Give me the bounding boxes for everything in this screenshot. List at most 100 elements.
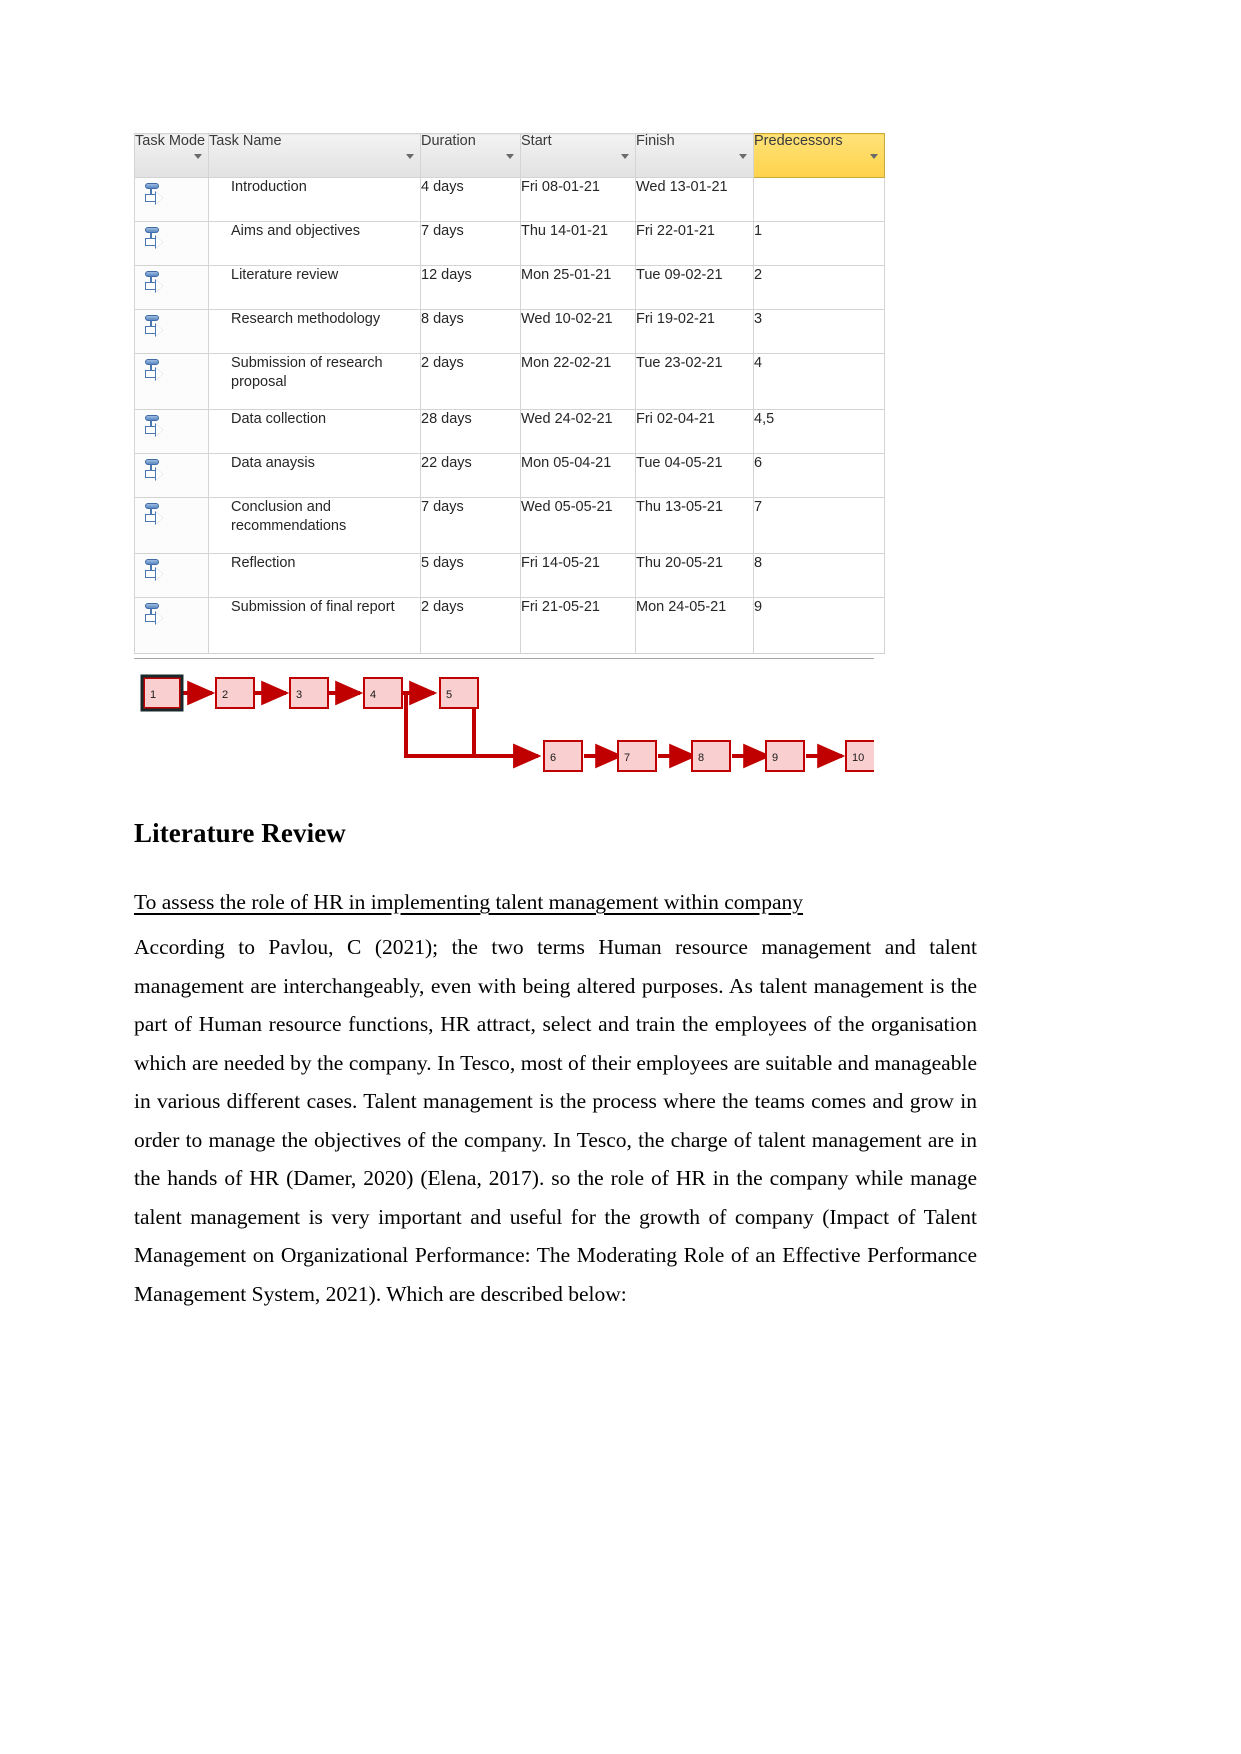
table-row[interactable]: Introduction 4 days Fri 08-01-21 Wed 13-01-…	[134, 177, 885, 222]
finish-date-cell[interactable]: Tue 23-02-21	[635, 353, 754, 410]
finish-date-cell[interactable]: Thu 13-05-21	[635, 497, 754, 554]
duration-cell[interactable]: 5 days	[420, 553, 521, 598]
task-mode-cell[interactable]	[134, 221, 209, 266]
auto-schedule-icon	[143, 414, 164, 438]
duration-cell[interactable]: 7 days	[420, 221, 521, 266]
network-node-label: 7	[624, 752, 630, 764]
task-mode-cell[interactable]	[134, 265, 209, 310]
table-row[interactable]: Conclusion and recommendations 7 days Wed …	[134, 497, 885, 554]
filter-dropdown-icon[interactable]	[739, 153, 747, 159]
duration-cell[interactable]: 12 days	[420, 265, 521, 310]
duration-cell[interactable]: 2 days	[420, 353, 521, 410]
column-header-task-mode[interactable]: Task Mode	[134, 133, 209, 178]
column-header-finish[interactable]: Finish	[635, 133, 754, 178]
predecessors-cell[interactable]: 7	[753, 497, 885, 554]
column-header-label: Predecessors	[754, 133, 843, 149]
task-name-cell[interactable]: Research methodology	[208, 309, 421, 354]
start-date-cell[interactable]: Wed 24-02-21	[520, 409, 636, 454]
start-date-cell[interactable]: Fri 08-01-21	[520, 177, 636, 222]
column-header-label: Task Mode	[135, 133, 206, 149]
column-header-duration[interactable]: Duration	[420, 133, 521, 178]
task-mode-cell[interactable]	[134, 353, 209, 410]
duration-cell[interactable]: 8 days	[420, 309, 521, 354]
predecessors-cell[interactable]: 3	[753, 309, 885, 354]
table-row[interactable]: Data collection 28 days Wed 24-02-21 Fri 02…	[134, 409, 885, 454]
finish-date-cell[interactable]: Fri 02-04-21	[635, 409, 754, 454]
task-name-cell[interactable]: Reflection	[208, 553, 421, 598]
start-date-cell[interactable]: Mon 22-02-21	[520, 353, 636, 410]
start-date-cell[interactable]: Wed 05-05-21	[520, 497, 636, 554]
table-row[interactable]: Data anaysis 22 days Mon 05-04-21 Tue 04-05…	[134, 453, 885, 498]
predecessors-cell[interactable]	[753, 177, 885, 222]
duration-cell[interactable]: 22 days	[420, 453, 521, 498]
table-row[interactable]: Aims and objectives 7 days Thu 14-01-21 Fri…	[134, 221, 885, 266]
start-date-cell[interactable]: Wed 10-02-21	[520, 309, 636, 354]
finish-date-cell[interactable]: Tue 04-05-21	[635, 453, 754, 498]
predecessors-cell[interactable]: 9	[753, 597, 885, 654]
predecessors-cell[interactable]: 1	[753, 221, 885, 266]
task-name-cell[interactable]: Data anaysis	[208, 453, 421, 498]
column-header-task-name[interactable]: Task Name	[208, 133, 421, 178]
duration-cell[interactable]: 7 days	[420, 497, 521, 554]
link-5-6	[472, 693, 542, 769]
auto-schedule-icon	[143, 558, 164, 582]
column-header-predecessors[interactable]: Predecessors	[753, 133, 885, 178]
filter-dropdown-icon[interactable]	[870, 153, 878, 159]
network-node-label: 9	[772, 752, 778, 764]
task-mode-cell[interactable]	[134, 597, 209, 654]
table-row[interactable]: Research methodology 8 days Wed 10-02-21 Fr…	[134, 309, 885, 354]
start-date-cell[interactable]: Mon 05-04-21	[520, 453, 636, 498]
task-name-cell[interactable]: Aims and objectives	[208, 221, 421, 266]
task-mode-cell[interactable]	[134, 497, 209, 554]
task-mode-cell[interactable]	[134, 177, 209, 222]
column-header-label: Duration	[421, 133, 476, 149]
finish-date-cell[interactable]: Thu 20-05-21	[635, 553, 754, 598]
task-name-cell[interactable]: Submission of final report	[208, 597, 421, 654]
task-name-cell[interactable]: Literature review	[208, 265, 421, 310]
column-header-label: Finish	[636, 133, 675, 149]
network-diagram: 1 2 3 4 5 6 7 8 9 10	[134, 658, 884, 786]
predecessors-cell[interactable]: 6	[753, 453, 885, 498]
filter-dropdown-icon[interactable]	[194, 153, 202, 159]
table-row[interactable]: Submission of final report 2 days Fri 21-0…	[134, 597, 885, 654]
predecessors-cell[interactable]: 8	[753, 553, 885, 598]
task-mode-cell[interactable]	[134, 553, 209, 598]
task-mode-cell[interactable]	[134, 409, 209, 454]
finish-date-cell[interactable]: Fri 19-02-21	[635, 309, 754, 354]
network-diagram-canvas: 1 2 3 4 5 6 7 8 9 10	[140, 674, 874, 772]
auto-schedule-icon	[143, 358, 164, 382]
task-name-cell[interactable]: Submission of research proposal	[208, 353, 421, 410]
column-header-start[interactable]: Start	[520, 133, 636, 178]
finish-date-cell[interactable]: Tue 09-02-21	[635, 265, 754, 310]
task-name-cell[interactable]: Data collection	[208, 409, 421, 454]
start-date-cell[interactable]: Mon 25-01-21	[520, 265, 636, 310]
task-name-cell[interactable]: Conclusion and recommendations	[208, 497, 421, 554]
table-row[interactable]: Submission of research proposal 2 days Mon…	[134, 353, 885, 410]
start-date-cell[interactable]: Thu 14-01-21	[520, 221, 636, 266]
diagram-divider	[134, 658, 874, 659]
duration-cell[interactable]: 2 days	[420, 597, 521, 654]
network-node-label: 2	[222, 689, 228, 701]
duration-cell[interactable]: 28 days	[420, 409, 521, 454]
network-node-label: 3	[296, 689, 302, 701]
filter-dropdown-icon[interactable]	[506, 153, 514, 159]
predecessors-cell[interactable]: 2	[753, 265, 885, 310]
research-objective-subheading: To assess the role of HR in implementing…	[134, 890, 804, 914]
table-row[interactable]: Reflection 5 days Fri 14-05-21 Thu 20-05-21…	[134, 553, 885, 598]
duration-cell[interactable]: 4 days	[420, 177, 521, 222]
task-mode-cell[interactable]	[134, 453, 209, 498]
task-mode-cell[interactable]	[134, 309, 209, 354]
finish-date-cell[interactable]: Fri 22-01-21	[635, 221, 754, 266]
table-row[interactable]: Literature review 12 days Mon 25-01-21 Tue …	[134, 265, 885, 310]
finish-date-cell[interactable]: Mon 24-05-21	[635, 597, 754, 654]
network-node-label: 4	[370, 689, 376, 701]
start-date-cell[interactable]: Fri 21-05-21	[520, 597, 636, 654]
predecessors-cell[interactable]: 4	[753, 353, 885, 410]
column-header-label: Task Name	[209, 133, 282, 149]
start-date-cell[interactable]: Fri 14-05-21	[520, 553, 636, 598]
task-name-cell[interactable]: Introduction	[208, 177, 421, 222]
predecessors-cell[interactable]: 4,5	[753, 409, 885, 454]
finish-date-cell[interactable]: Wed 13-01-21	[635, 177, 754, 222]
filter-dropdown-icon[interactable]	[621, 153, 629, 159]
filter-dropdown-icon[interactable]	[406, 153, 414, 159]
